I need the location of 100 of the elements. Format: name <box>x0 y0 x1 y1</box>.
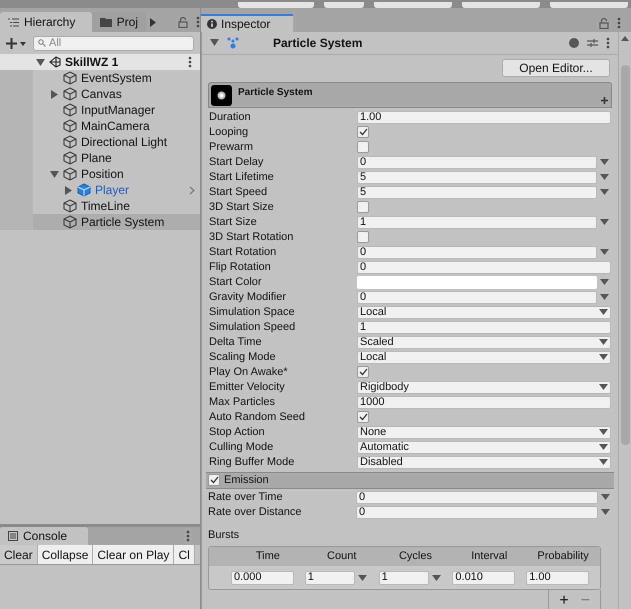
tree-item[interactable]: Position <box>0 166 200 182</box>
item-label: Directional Light <box>81 134 168 151</box>
expanded-arrow-icon[interactable] <box>210 38 219 48</box>
add-icon[interactable] <box>6 38 27 48</box>
dropdown[interactable]: Automatic <box>357 440 611 454</box>
module-header[interactable]: Emission <box>206 472 614 489</box>
cube-icon <box>63 87 77 101</box>
module-header[interactable]: Particle System <box>208 82 612 108</box>
field-label: Scaling Mode <box>209 350 277 365</box>
input-field[interactable]: 1 <box>378 570 429 585</box>
input-field[interactable]: 5 <box>357 186 597 199</box>
more-icon[interactable] <box>186 530 190 542</box>
cube-icon <box>63 151 77 165</box>
item-label: Canvas <box>81 86 122 103</box>
field-label: Stop Action <box>209 424 266 440</box>
collapsed-arrow-icon[interactable] <box>64 186 73 194</box>
more-icon[interactable] <box>606 36 610 49</box>
panel-tab[interactable]: Proj <box>92 12 146 32</box>
dropdown[interactable]: Local <box>357 350 611 364</box>
panel-tab[interactable]: Console <box>0 527 88 545</box>
open-editor-button[interactable]: Open Editor... <box>502 59 610 78</box>
tree-item[interactable]: Particle System <box>0 214 200 230</box>
field-label: Gravity Modifier <box>209 290 288 305</box>
item-label: Plane <box>81 150 112 167</box>
input-field[interactable]: 0 <box>357 156 597 169</box>
input-field[interactable]: 0 <box>357 290 597 304</box>
tree-item[interactable]: Canvas <box>0 86 200 102</box>
tree-item[interactable]: TimeLine <box>0 198 200 214</box>
scroll-up-icon[interactable] <box>621 36 629 41</box>
console-button[interactable]: Clear <box>0 545 38 564</box>
tree-item[interactable]: Directional Light <box>0 134 200 150</box>
input-field[interactable]: 1 <box>357 320 611 334</box>
input-field[interactable]: 0 <box>357 246 597 259</box>
column-header: Probability <box>536 549 590 564</box>
play-icon[interactable] <box>150 18 156 26</box>
dropdown-arrow-icon[interactable] <box>358 574 367 581</box>
more-icon[interactable] <box>196 16 200 28</box>
more-icon[interactable] <box>188 56 192 68</box>
column-header: Cycles <box>398 549 433 564</box>
lock-icon[interactable] <box>178 16 188 28</box>
console-button[interactable]: Cl <box>174 545 195 564</box>
panel-tab[interactable]: Inspector <box>201 14 293 32</box>
dropdown-arrow-icon[interactable] <box>600 249 608 256</box>
component-title: Particle System <box>273 34 364 52</box>
dropdown[interactable]: Rigidbody <box>357 380 611 394</box>
field-label: Rate over Time <box>208 490 284 505</box>
tree-item[interactable]: MainCamera <box>0 118 200 134</box>
tree-item[interactable]: EventSystem <box>0 70 200 86</box>
console-button[interactable]: Clear on Play <box>93 545 174 564</box>
lock-icon[interactable] <box>599 18 609 28</box>
checkbox[interactable] <box>357 126 369 138</box>
add-icon[interactable] <box>601 96 608 104</box>
color-field[interactable] <box>357 276 597 289</box>
input-field[interactable]: 1 <box>357 216 597 229</box>
dropdown-arrow-icon[interactable] <box>432 574 441 581</box>
tree-item[interactable]: InputManager <box>0 102 200 118</box>
item-label: Particle System <box>81 214 164 231</box>
component-header[interactable]: Particle System <box>202 32 618 55</box>
cube-icon <box>63 167 77 181</box>
expanded-arrow-icon[interactable] <box>36 58 45 66</box>
dropdown[interactable]: None <box>357 426 611 439</box>
checkbox[interactable] <box>208 474 220 486</box>
dropdown[interactable]: Disabled <box>357 456 611 469</box>
input-field[interactable]: 1.00 <box>526 570 590 585</box>
checkbox[interactable] <box>357 201 369 214</box>
input-field[interactable]: 5 <box>357 170 597 184</box>
scene-row[interactable]: SkillWZ 1 <box>0 54 200 70</box>
console-button[interactable]: Collapse <box>38 545 94 564</box>
field-label: Start Color <box>209 274 263 290</box>
dropdown-arrow-icon[interactable] <box>600 219 608 226</box>
input-field[interactable]: 0.000 <box>231 570 294 585</box>
folder-icon <box>100 17 112 27</box>
input-field[interactable]: 1 <box>304 570 355 585</box>
expanded-arrow-icon[interactable] <box>50 170 59 178</box>
console-icon <box>8 531 18 541</box>
collapsed-arrow-icon[interactable] <box>50 90 59 98</box>
list-icon <box>8 18 19 26</box>
scene-name: SkillWZ 1 <box>65 54 120 71</box>
input-field[interactable]: 0 <box>357 260 611 274</box>
input-field[interactable]: 1000 <box>357 396 611 409</box>
input-field[interactable]: 1.00 <box>357 110 611 124</box>
checkbox[interactable] <box>357 231 369 244</box>
more-icon[interactable] <box>617 17 621 29</box>
checkbox[interactable] <box>357 411 369 424</box>
add-button[interactable]: + <box>559 592 569 609</box>
chevron-right-icon[interactable] <box>189 186 195 194</box>
input-field[interactable]: 0.010 <box>452 570 516 585</box>
dropdown[interactable]: Scaled <box>357 336 611 349</box>
tree-item[interactable]: Plane <box>0 150 200 166</box>
dropdown[interactable]: Local <box>357 306 611 319</box>
bursts-label: Bursts <box>208 528 240 543</box>
scrollbar-thumb[interactable] <box>620 65 630 445</box>
checkbox[interactable] <box>357 141 369 154</box>
scrollbar[interactable] <box>618 32 631 609</box>
field-label: Start Speed <box>209 184 268 200</box>
input-field[interactable]: 0 <box>356 506 598 519</box>
input-field[interactable]: 0 <box>356 490 598 504</box>
panel-tab[interactable]: Hierarchy <box>0 12 92 32</box>
checkbox[interactable] <box>357 366 369 378</box>
sliders-icon[interactable] <box>587 38 598 48</box>
